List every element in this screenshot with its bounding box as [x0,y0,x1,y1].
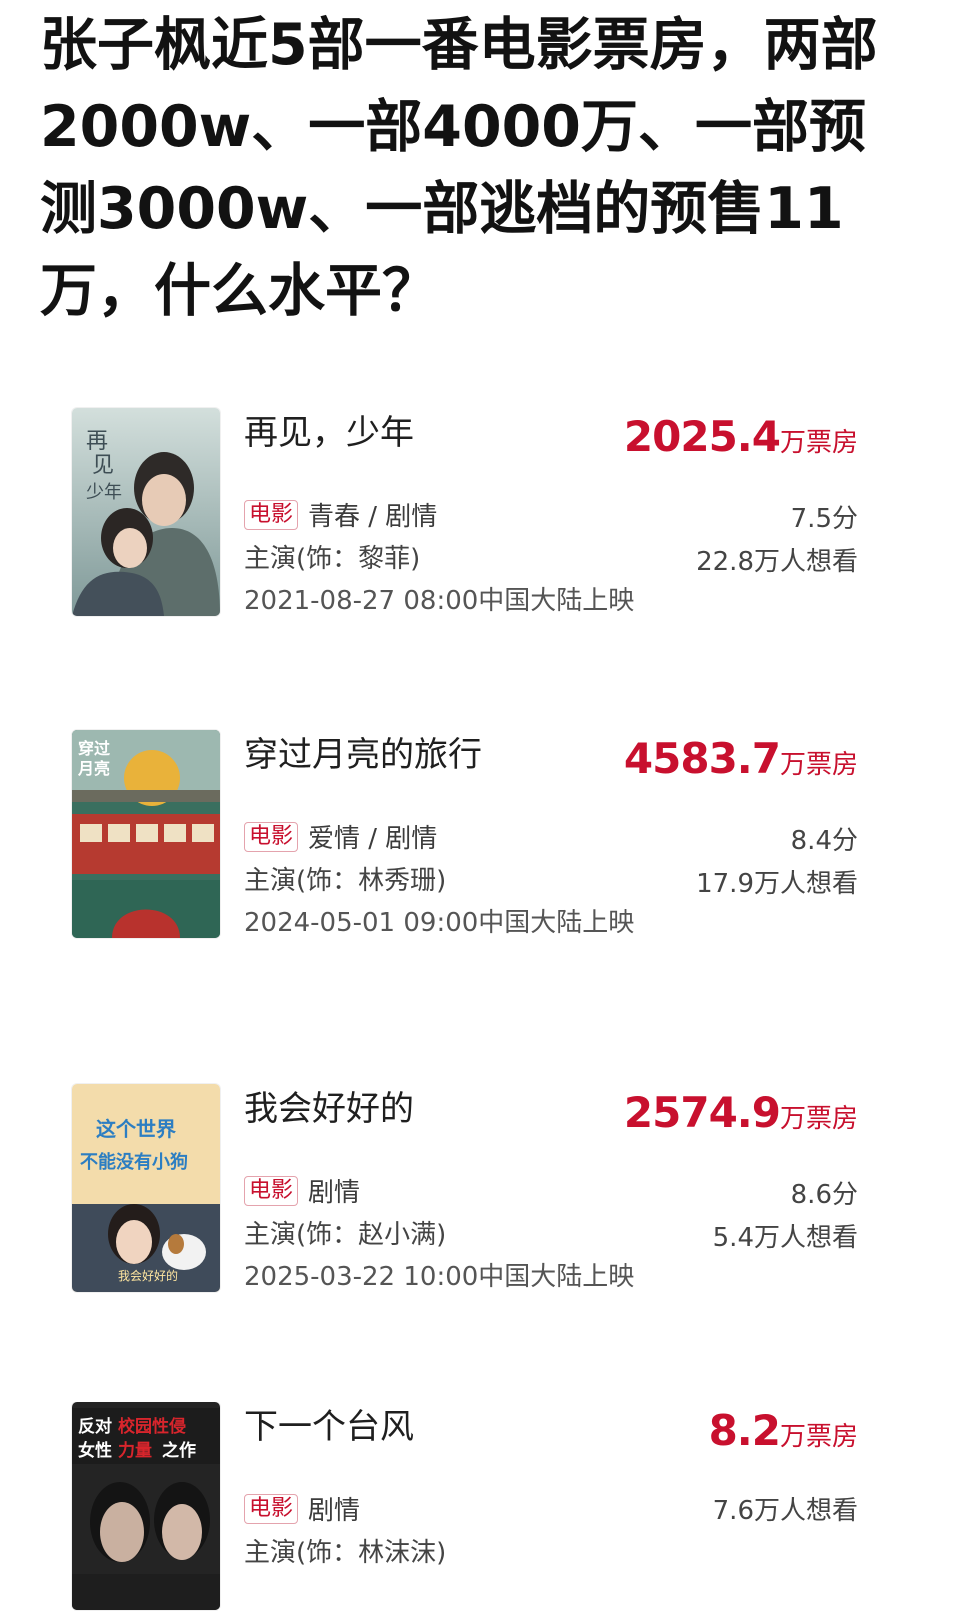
movie-score: 8.4分 [790,826,858,856]
movie-genre: 剧情 [308,1178,361,1208]
box-office-value: 2025.4 [623,412,781,461]
movie-card[interactable]: 反对 校园性侵 女性 力量 之作 下一个台风 8.2万票房 电影 剧情 主演(饰… [62,1402,900,1614]
movie-poster[interactable]: 穿过 月亮 [72,730,220,938]
movie-poster[interactable]: 再 见 少年 [72,408,220,616]
tag-row: 电影 剧情 [244,1490,360,1527]
movie-release: 2024-05-01 09:00中国大陆上映 [244,908,635,938]
movie-poster[interactable]: 这个世界 不能没有小狗 我会好好的 [72,1084,220,1292]
box-office: 4583.7万票房 [624,734,858,783]
svg-text:校园性侵: 校园性侵 [118,1416,186,1437]
movie-release: 2021-08-27 08:00中国大陆上映 [244,586,635,616]
movie-want-count: 22.8万人想看 [696,547,858,577]
movie-title[interactable]: 穿过月亮的旅行 [244,732,482,778]
movie-card[interactable]: 穿过 月亮 穿过月亮的旅行 4583.7万票房 电影 爱情 / 剧情 主演(饰：… [62,730,900,950]
movie-cast: 主演(饰：黎菲) [244,544,421,574]
poster-image: 穿过 月亮 [72,730,220,938]
box-office-value: 4583.7 [623,734,781,783]
movie-genre: 剧情 [308,1496,361,1526]
svg-text:这个世界: 这个世界 [96,1117,176,1141]
movie-card[interactable]: 再 见 少年 再见，少年 2025.4万票房 电影 青春 / 剧情 主演(饰：黎… [62,408,900,628]
svg-text:月亮: 月亮 [77,759,110,778]
movie-cast: 主演(饰：赵小满) [244,1220,447,1250]
svg-text:再: 再 [86,429,108,454]
movie-release: 2025-03-22 10:00中国大陆上映 [244,1262,635,1292]
movie-type-badge: 电影 [244,499,299,530]
movie-score: 7.5分 [790,504,858,534]
box-office: 8.2万票房 [709,1406,858,1455]
box-office-unit: 万票房 [779,750,858,780]
movie-type-badge: 电影 [244,1493,299,1524]
svg-text:女性: 女性 [78,1440,112,1461]
poster-image: 这个世界 不能没有小狗 我会好好的 [72,1084,220,1292]
movie-score: 8.6分 [790,1180,858,1210]
movie-title[interactable]: 下一个台风 [244,1404,414,1450]
svg-text:之作: 之作 [162,1440,196,1461]
tag-row: 电影 青春 / 剧情 [244,496,437,533]
poster-image: 再 见 少年 [72,408,220,616]
movie-title[interactable]: 再见，少年 [244,410,414,456]
movie-type-badge: 电影 [244,821,299,852]
movie-cast: 主演(饰：林秀珊) [244,866,447,896]
movie-title[interactable]: 我会好好的 [244,1086,414,1132]
box-office-value: 8.2 [708,1406,781,1455]
svg-text:我会好好的: 我会好好的 [118,1268,178,1283]
svg-text:力量: 力量 [118,1440,152,1461]
svg-text:见: 见 [92,453,114,478]
movie-genre: 爱情 / 剧情 [308,824,438,854]
box-office-unit: 万票房 [779,1422,858,1452]
svg-text:不能没有小狗: 不能没有小狗 [80,1151,188,1173]
movie-card[interactable]: 这个世界 不能没有小狗 我会好好的 我会好好的 2574.9万票房 电影 剧情 … [62,1084,900,1304]
poster-image: 反对 校园性侵 女性 力量 之作 [72,1402,220,1610]
post-headline: 张子枫近5部一番电影票房，两部2000w、一部4000万、一部预测3000w、一… [40,12,878,324]
movie-want-count: 5.4万人想看 [712,1223,858,1253]
tag-row: 电影 剧情 [244,1172,360,1209]
box-office: 2025.4万票房 [624,412,858,461]
movie-cast: 主演(饰：林沫沫) [244,1538,447,1568]
box-office-value: 2574.9 [623,1088,781,1137]
movie-poster[interactable]: 反对 校园性侵 女性 力量 之作 [72,1402,220,1610]
movie-want-count: 17.9万人想看 [696,869,858,899]
box-office-unit: 万票房 [779,428,858,458]
tag-row: 电影 爱情 / 剧情 [244,818,437,855]
movie-genre: 青春 / 剧情 [308,502,438,532]
svg-text:穿过: 穿过 [78,739,110,758]
box-office: 2574.9万票房 [624,1088,858,1137]
movie-want-count: 7.6万人想看 [712,1496,858,1526]
svg-text:少年: 少年 [86,482,122,503]
box-office-unit: 万票房 [779,1104,858,1134]
svg-text:反对: 反对 [78,1416,112,1437]
movie-type-badge: 电影 [244,1175,299,1206]
